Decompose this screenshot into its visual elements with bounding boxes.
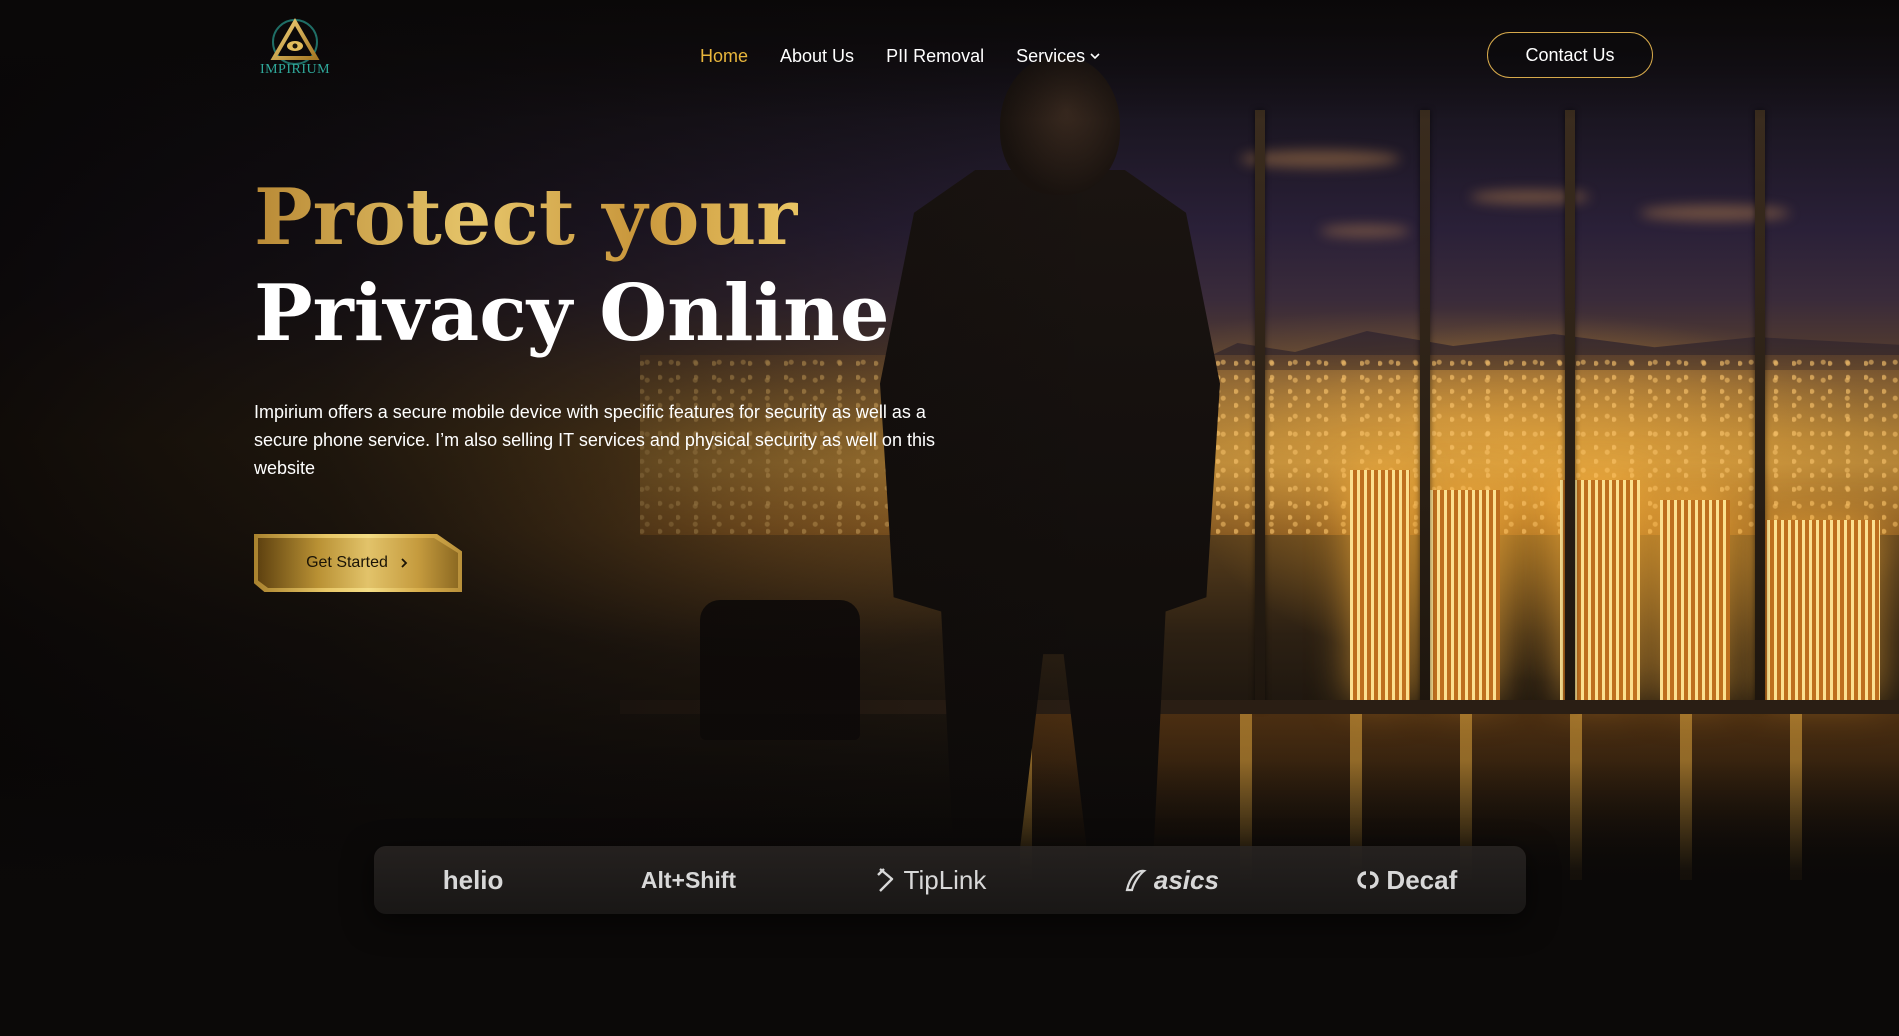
casino-building (1660, 500, 1730, 700)
asics-stripe-icon (1125, 869, 1147, 892)
decaf-icon (1357, 871, 1380, 889)
altshift-wordmark: Alt+Shift (640, 866, 737, 893)
partner-helio: helio (443, 865, 504, 896)
button-content: Get Started (254, 534, 462, 592)
nav-services-dropdown[interactable]: Services (1016, 46, 1101, 67)
cloud (1320, 225, 1410, 237)
tiplink-wordmark: TipLink (903, 864, 987, 895)
landing-page: IMPIRIUM Home About Us PII Removal Servi… (0, 0, 1899, 1036)
nav-home[interactable]: Home (700, 46, 748, 67)
top-navbar: IMPIRIUM Home About Us PII Removal Servi… (0, 0, 1899, 110)
decaf-wordmark: Decaf (1386, 864, 1458, 895)
casino-building (1430, 490, 1500, 700)
hero-title-line1: Protect your (254, 170, 889, 266)
helio-wordmark: helio (442, 864, 504, 895)
tiplink-icon (876, 868, 893, 892)
cloud (1640, 205, 1790, 221)
window-frame (1565, 110, 1575, 710)
brand-logo[interactable]: IMPIRIUM (250, 16, 340, 84)
nav-pii-removal[interactable]: PII Removal (886, 46, 984, 67)
casino-building (1760, 520, 1880, 700)
eye-triangle-logo-icon (270, 18, 320, 65)
nav-about-us[interactable]: About Us (780, 46, 854, 67)
get-started-button[interactable]: Get Started (254, 534, 462, 592)
partner-decaf: Decaf (1356, 865, 1457, 896)
hero-description: Impirium offers a secure mobile device w… (254, 402, 935, 478)
nav-links: Home About Us PII Removal Services (700, 36, 1101, 76)
casino-building (1350, 470, 1410, 700)
partner-asics: asics (1124, 865, 1219, 896)
nav-services-label: Services (1016, 45, 1086, 66)
window-frame (1420, 110, 1430, 710)
window-frame (1255, 110, 1265, 710)
window-frame (1755, 110, 1765, 710)
get-started-label: Get Started (306, 554, 388, 571)
brand-logo-text: IMPIRIUM (259, 62, 331, 77)
contact-us-button[interactable]: Contact Us (1487, 32, 1653, 78)
hero-title: Protect your Privacy Online (254, 170, 889, 362)
chevron-down-icon (1090, 53, 1100, 60)
hero-title-line2: Privacy Online (254, 268, 890, 359)
asics-wordmark: asics (1153, 864, 1219, 895)
partner-altshift: Alt+Shift (641, 867, 736, 894)
partner-tiplink: TipLink (874, 864, 987, 896)
chevron-right-icon (401, 558, 408, 568)
partner-logos-strip: helio Alt+Shift TipLink asics Decaf (374, 846, 1526, 914)
